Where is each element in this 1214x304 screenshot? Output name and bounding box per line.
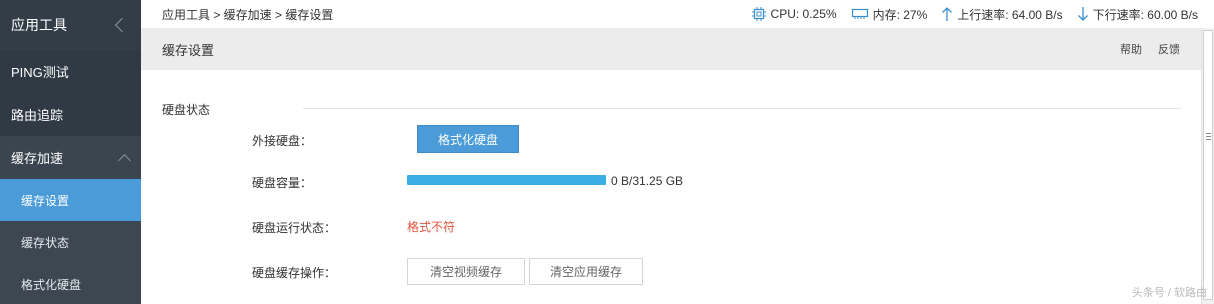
section-divider — [303, 108, 1181, 109]
memory-value: 内存: 27% — [872, 7, 928, 22]
system-stats: CPU: 0.25% 内存: 27% 上行速率: 64.00 B/s 下行速率:… — [737, 6, 1198, 23]
download-stat: 下行速率: 60.00 B/s — [1077, 6, 1198, 23]
download-rate: 下行速率: 60.00 B/s — [1092, 7, 1198, 22]
format-disk-button[interactable]: 格式化硬盘 — [417, 125, 519, 153]
cpu-stat: CPU: 0.25% — [751, 6, 837, 22]
run-status-value: 格式不符 — [407, 220, 456, 234]
sidebar-group-cache-acceleration[interactable]: 缓存加速 — [0, 136, 141, 179]
sidebar-item-traceroute[interactable]: 路由追踪 — [0, 93, 141, 136]
sidebar-item-ping[interactable]: PING测试 — [0, 50, 141, 93]
sidebar-group-label: 缓存加速 — [11, 151, 64, 166]
memory-icon — [851, 8, 868, 19]
upload-rate: 上行速率: 64.00 B/s — [957, 7, 1063, 22]
cache-operation-label: 硬盘缓存操作： — [252, 266, 337, 280]
sidebar-item-label: 路由追踪 — [11, 108, 64, 123]
sidebar-item-cache-settings[interactable]: 缓存设置 — [0, 179, 141, 221]
scrollbar-thumb[interactable] — [1203, 30, 1213, 300]
chevron-left-icon[interactable] — [114, 17, 130, 33]
sidebar-item-cache-status[interactable]: 缓存状态 — [0, 221, 141, 263]
help-link[interactable]: 帮助 — [1120, 41, 1142, 57]
cpu-value: CPU: 0.25% — [770, 7, 837, 21]
breadcrumb: 应用工具 > 缓存加速 > 缓存设置 — [162, 7, 334, 22]
page-title-bar: 缓存设置 帮助 反馈 — [141, 28, 1201, 70]
sidebar-item-format-disk[interactable]: 格式化硬盘 — [0, 263, 141, 304]
capacity-progress-bar — [407, 175, 606, 185]
sidebar-item-label: 格式化硬盘 — [21, 277, 82, 292]
external-disk-label: 外接硬盘： — [252, 134, 313, 148]
sidebar-header-label: 应用工具 — [11, 17, 67, 33]
vertical-scrollbar[interactable] — [1201, 28, 1214, 304]
watermark: 头条号 / 软路由 — [1131, 287, 1207, 299]
page-links: 帮助 反馈 — [1104, 41, 1180, 57]
clear-app-cache-button[interactable]: 清空应用缓存 — [529, 258, 643, 285]
sidebar: 应用工具 PING测试 路由追踪 缓存加速 缓存设置 缓存状态 格式化硬盘 — [0, 0, 141, 304]
clear-video-cache-button[interactable]: 清空视频缓存 — [407, 258, 525, 285]
sidebar-header[interactable]: 应用工具 — [0, 0, 141, 50]
arrow-up-icon — [942, 7, 953, 21]
sidebar-item-label: 缓存状态 — [21, 235, 70, 250]
arrow-down-icon — [1077, 7, 1088, 21]
feedback-link[interactable]: 反馈 — [1158, 41, 1180, 57]
capacity-label: 硬盘容量： — [252, 176, 313, 190]
top-bar: 应用工具 > 缓存加速 > 缓存设置 CPU: 0.25% 内存: 27% 上行… — [141, 0, 1214, 28]
main-content: 硬盘状态 外接硬盘： 格式化硬盘 硬盘容量： 0 B/31.25 GB 硬盘运行… — [141, 70, 1201, 304]
capacity-text: 0 B/31.25 GB — [611, 174, 684, 188]
sidebar-item-label: PING测试 — [11, 65, 69, 80]
run-status-label: 硬盘运行状态： — [252, 221, 337, 235]
chevron-up-icon[interactable] — [118, 154, 131, 167]
grip-icon — [1206, 133, 1211, 142]
sidebar-item-label: 缓存设置 — [21, 193, 70, 208]
upload-stat: 上行速率: 64.00 B/s — [941, 6, 1063, 23]
section-title: 硬盘状态 — [162, 103, 211, 117]
cpu-chip-icon — [751, 7, 766, 21]
page-title: 缓存设置 — [162, 42, 215, 58]
memory-stat: 内存: 27% — [851, 6, 928, 23]
